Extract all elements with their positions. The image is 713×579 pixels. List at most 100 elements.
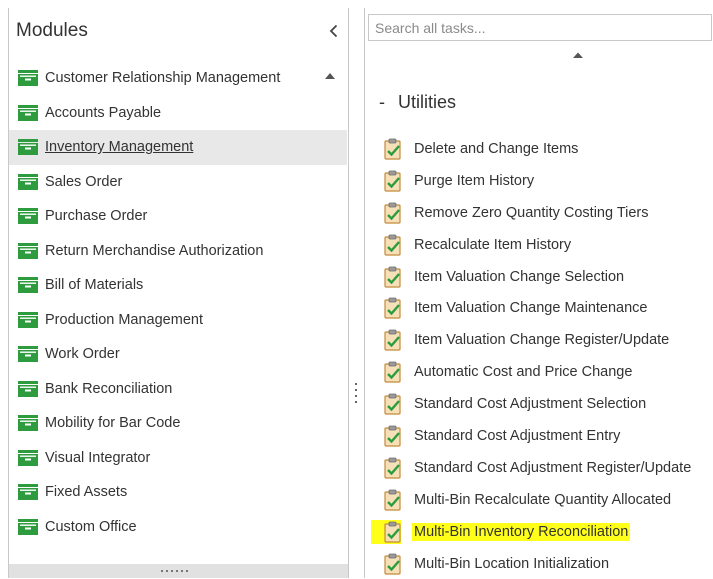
- task-item[interactable]: Standard Cost Adjustment Register/Update: [365, 452, 713, 484]
- green-module-folder-icon: [18, 415, 38, 432]
- task-item-label: Item Valuation Change Maintenance: [414, 300, 648, 317]
- clipboard-check-icon: [384, 202, 401, 224]
- task-item-label: Purge Item History: [414, 172, 535, 189]
- task-item-label: Multi-Bin Inventory Reconciliation: [412, 522, 631, 541]
- green-module-folder-icon: [18, 346, 38, 363]
- clipboard-check-icon: [384, 170, 401, 192]
- module-item-label: Mobility for Bar Code: [45, 415, 181, 432]
- task-item-label: Standard Cost Adjustment Register/Update: [414, 459, 692, 476]
- module-item-label: Production Management: [45, 311, 203, 328]
- task-item-label: Item Valuation Change Selection: [414, 268, 625, 285]
- top-strip: [0, 0, 713, 8]
- green-module-folder-icon: [18, 311, 38, 328]
- clipboard-check-icon: [384, 393, 401, 415]
- task-item-label: Standard Cost Adjustment Entry: [414, 427, 621, 444]
- search-box: [368, 14, 712, 41]
- task-item[interactable]: Standard Cost Adjustment Entry: [365, 420, 713, 452]
- clipboard-check-icon: [384, 489, 401, 511]
- splitter-grip-icon: [355, 383, 357, 403]
- task-item-label: Remove Zero Quantity Costing Tiers: [414, 204, 649, 221]
- group-title: Utilities: [398, 92, 457, 112]
- task-item[interactable]: Automatic Cost and Price Change: [365, 356, 713, 388]
- task-item[interactable]: Remove Zero Quantity Costing Tiers: [365, 197, 713, 229]
- task-item[interactable]: Purge Item History: [365, 165, 713, 197]
- green-module-folder-icon: [18, 449, 38, 466]
- search-input[interactable]: [369, 15, 711, 40]
- modules-panel: Modules Customer Relationship Management…: [8, 8, 349, 578]
- task-item-label: Multi-Bin Recalculate Quantity Allocated: [414, 491, 672, 508]
- collapse-chevron-left-icon[interactable]: [325, 22, 343, 40]
- scroll-up-arrow-icon[interactable]: [323, 71, 337, 81]
- task-item[interactable]: Multi-Bin Recalculate Quantity Allocated: [365, 484, 713, 516]
- task-item[interactable]: Multi-Bin Inventory Reconciliation: [365, 516, 713, 548]
- task-item[interactable]: Delete and Change Items: [365, 133, 713, 165]
- module-item-label: Work Order: [45, 346, 120, 363]
- tasks-panel: - Utilities Delete and Change Items Purge…: [364, 8, 713, 578]
- module-item[interactable]: Visual Integrator: [9, 441, 348, 476]
- green-module-folder-icon: [18, 173, 38, 190]
- task-list: Delete and Change Items Purge Item Histor…: [365, 133, 713, 579]
- module-item-label: Customer Relationship Management: [45, 70, 281, 87]
- task-item[interactable]: Item Valuation Change Register/Update: [365, 324, 713, 356]
- task-item-label: Standard Cost Adjustment Selection: [414, 396, 647, 413]
- module-item[interactable]: Accounts Payable: [9, 96, 348, 131]
- clipboard-check-icon: [384, 234, 401, 256]
- module-item[interactable]: Production Management: [9, 303, 348, 338]
- clipboard-check-icon: [384, 457, 401, 479]
- module-item-label: Fixed Assets: [45, 484, 128, 501]
- module-item-label: Sales Order: [45, 173, 123, 190]
- green-module-folder-icon: [18, 139, 38, 156]
- clipboard-check-icon: [384, 553, 401, 575]
- clipboard-check-icon: [384, 297, 401, 319]
- green-module-folder-icon: [18, 70, 38, 87]
- modules-title: Modules: [16, 20, 88, 41]
- module-item[interactable]: Inventory Management: [9, 130, 347, 165]
- group-header-utilities[interactable]: - Utilities: [379, 92, 456, 113]
- panel-splitter[interactable]: [349, 8, 364, 578]
- module-item[interactable]: Purchase Order: [9, 199, 348, 234]
- group-collapse-toggle[interactable]: -: [379, 92, 385, 112]
- clipboard-check-icon: [384, 425, 401, 447]
- module-item[interactable]: Custom Office: [9, 510, 348, 545]
- clipboard-check-icon: [384, 361, 401, 383]
- green-module-folder-icon: [18, 380, 38, 397]
- clipboard-check-icon: [384, 138, 401, 160]
- task-item-label: Recalculate Item History: [414, 236, 572, 253]
- module-item[interactable]: Fixed Assets: [9, 475, 348, 510]
- grip-dots-icon: [161, 570, 188, 572]
- green-module-folder-icon: [18, 277, 38, 294]
- module-item-label: Bank Reconciliation: [45, 380, 173, 397]
- module-item[interactable]: Return Merchandise Authorization: [9, 234, 348, 269]
- scroll-up-arrow-icon[interactable]: [572, 51, 584, 59]
- task-item-label: Item Valuation Change Register/Update: [414, 332, 670, 349]
- module-item-label: Return Merchandise Authorization: [45, 242, 264, 259]
- green-module-folder-icon: [18, 208, 38, 225]
- clipboard-check-icon: [384, 329, 401, 351]
- task-item[interactable]: Standard Cost Adjustment Selection: [365, 388, 713, 420]
- module-item[interactable]: Work Order: [9, 337, 348, 372]
- module-item-label: Custom Office: [45, 518, 137, 535]
- modules-list: Customer Relationship Management Accounts…: [9, 61, 348, 544]
- green-module-folder-icon: [18, 484, 38, 501]
- task-item[interactable]: Item Valuation Change Maintenance: [365, 292, 713, 324]
- module-item[interactable]: Sales Order: [9, 165, 348, 200]
- module-item-label: Accounts Payable: [45, 104, 162, 121]
- clipboard-check-icon: [384, 266, 401, 288]
- modules-resize-bar[interactable]: [9, 564, 348, 578]
- green-module-folder-icon: [18, 518, 38, 535]
- module-item[interactable]: Customer Relationship Management: [9, 61, 348, 96]
- module-item-label: Visual Integrator: [45, 449, 151, 466]
- task-item-label: Delete and Change Items: [414, 140, 579, 157]
- module-item-label: Bill of Materials: [45, 277, 144, 294]
- clipboard-check-icon: [384, 521, 401, 543]
- module-item-label: Purchase Order: [45, 208, 148, 225]
- module-item[interactable]: Bill of Materials: [9, 268, 348, 303]
- task-item[interactable]: Recalculate Item History: [365, 229, 713, 261]
- module-item-label: Inventory Management: [45, 139, 194, 156]
- module-item[interactable]: Bank Reconciliation: [9, 372, 348, 407]
- module-item[interactable]: Mobility for Bar Code: [9, 406, 348, 441]
- task-item[interactable]: Multi-Bin Location Initialization: [365, 548, 713, 579]
- task-item-label: Automatic Cost and Price Change: [414, 364, 633, 381]
- modules-header: Modules: [9, 8, 348, 54]
- task-item[interactable]: Item Valuation Change Selection: [365, 261, 713, 293]
